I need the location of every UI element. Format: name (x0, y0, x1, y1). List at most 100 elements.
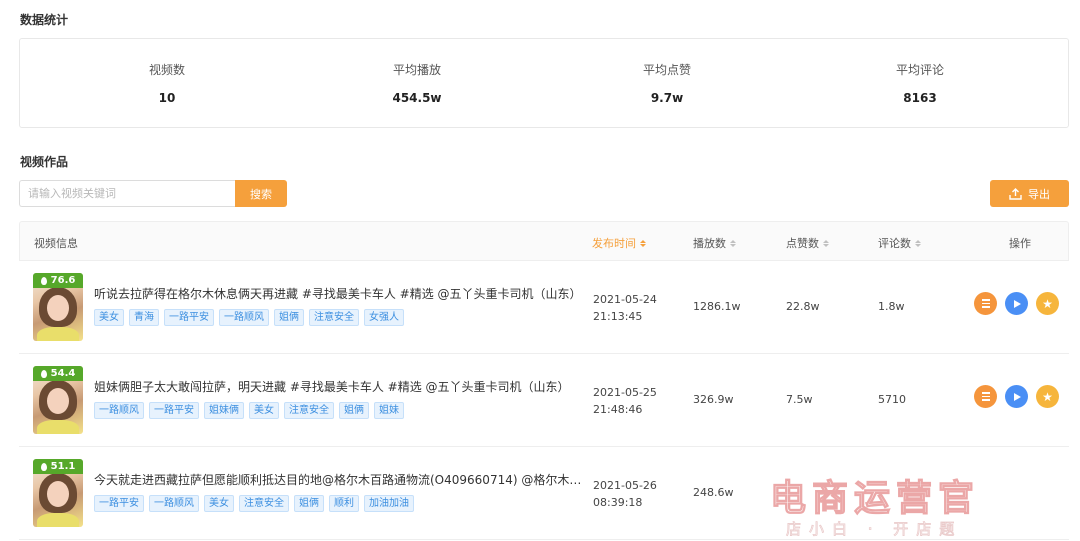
detail-button[interactable] (974, 385, 997, 408)
video-thumbnail[interactable]: 51.1 (33, 459, 83, 527)
sort-icon (915, 239, 921, 247)
tag: 姐俩 (294, 495, 324, 512)
tag: 姐俩 (339, 402, 369, 419)
header-plays[interactable]: 播放数 (693, 235, 736, 251)
publish-time: 21:13:45 (593, 310, 643, 323)
flame-icon (40, 276, 47, 285)
sort-icon (823, 239, 829, 247)
score-value: 54.4 (50, 368, 76, 379)
tag: 姐俩 (274, 309, 304, 326)
video-title[interactable]: 听说去拉萨得在格尔木休息俩天再进藏 #寻找最美卡车人 #精选 @五丫头重卡司机（… (94, 285, 584, 302)
like-count: 7.5w (786, 393, 813, 406)
publish-date: 2021-05-24 (593, 293, 657, 306)
export-button[interactable]: 导出 (990, 180, 1069, 207)
tag: 加油加油 (364, 495, 414, 512)
score-badge: 51.1 (33, 459, 83, 474)
list-icon (981, 299, 990, 308)
stat-label: 视频数 (148, 63, 185, 77)
header-label: 视频信息 (34, 237, 78, 250)
tag: 美女 (204, 495, 234, 512)
header-publish-time[interactable]: 发布时间 (592, 235, 646, 251)
score-badge: 76.6 (33, 273, 83, 288)
header-label: 点赞数 (786, 237, 819, 250)
star-icon: ★ (1042, 296, 1053, 311)
tag: 美女 (249, 402, 279, 419)
tag: 一路平安 (164, 309, 214, 326)
detail-button[interactable] (974, 292, 997, 315)
favorite-button[interactable]: ★ (1036, 292, 1059, 315)
play-count: 1286.1w (693, 300, 741, 313)
search-input[interactable] (19, 180, 235, 207)
list-icon (981, 392, 990, 401)
video-thumbnail[interactable]: 76.6 (33, 273, 83, 341)
score-value: 76.6 (50, 275, 76, 286)
tag: 注意安全 (309, 309, 359, 326)
header-label: 操作 (1009, 237, 1031, 250)
publish-time: 08:39:18 (593, 496, 643, 509)
publish-time: 21:48:46 (593, 403, 643, 416)
tag: 一路顺风 (219, 309, 269, 326)
header-video-info: 视频信息 (34, 235, 78, 251)
tag: 注意安全 (239, 495, 289, 512)
score-value: 51.1 (50, 461, 76, 472)
table-header: 视频信息 发布时间 播放数 点赞数 评论数 操作 (19, 221, 1069, 261)
publish-datetime: 2021-05-24 21:13:45 (593, 291, 657, 325)
video-thumbnail[interactable]: 54.4 (33, 366, 83, 434)
tag-list: 一路平安 一路顺风 美女 注意安全 姐俩 顺利 加油加油 (94, 495, 414, 512)
stat-label: 平均播放 (392, 63, 441, 77)
tag: 青海 (129, 309, 159, 326)
tag: 姐妹 (374, 402, 404, 419)
table-row: 51.1 今天就走进西藏拉萨但愿能顺利抵达目的地@格尔木百路通物流(O40966… (19, 447, 1069, 540)
header-actions: 操作 (1009, 235, 1031, 251)
tag: 姐妹俩 (204, 402, 244, 419)
tag: 一路平安 (94, 495, 144, 512)
tag-list: 一路顺风 一路平安 姐妹俩 美女 注意安全 姐俩 姐妹 (94, 402, 404, 419)
star-icon: ★ (1042, 389, 1053, 404)
stats-section-title: 数据统计 (20, 13, 69, 27)
favorite-button[interactable]: ★ (1036, 385, 1059, 408)
search-button[interactable]: 搜索 (235, 180, 287, 207)
video-title[interactable]: 今天就走进西藏拉萨但愿能顺利抵达目的地@格尔木百路通物流(O409660714)… (94, 471, 584, 488)
tag: 顺利 (329, 495, 359, 512)
play-icon (1014, 392, 1021, 401)
header-likes[interactable]: 点赞数 (786, 235, 829, 251)
video-title[interactable]: 姐妹俩胆子太大敢闯拉萨，明天进藏 #寻找最美卡车人 #精选 @五丫头重卡司机（山… (94, 378, 584, 395)
tag-list: 美女 青海 一路平安 一路顺风 姐俩 注意安全 女强人 (94, 309, 404, 326)
upload-icon (1009, 187, 1022, 200)
row-actions: ★ (974, 292, 1059, 315)
sort-icon (640, 239, 646, 247)
play-count: 326.9w (693, 393, 734, 406)
header-label: 发布时间 (592, 237, 636, 250)
stat-label: 平均点赞 (642, 63, 691, 77)
works-section-title: 视频作品 (20, 155, 69, 169)
tag: 一路平安 (149, 402, 199, 419)
header-comments[interactable]: 评论数 (878, 235, 921, 251)
stat-label: 平均评论 (895, 63, 944, 77)
comment-count: 1.8w (878, 300, 905, 313)
play-button[interactable] (1005, 292, 1028, 315)
stat-value: 454.5w (392, 91, 442, 105)
stat-value: 10 (158, 91, 176, 105)
play-icon (1014, 299, 1021, 308)
tag: 注意安全 (284, 402, 334, 419)
score-badge: 54.4 (33, 366, 83, 381)
stats-card: 视频数 10 平均播放 454.5w 平均点赞 9.7w 平均评论 8163 (19, 38, 1069, 128)
table-row: 76.6 听说去拉萨得在格尔木休息俩天再进藏 #寻找最美卡车人 #精选 @五丫头… (19, 261, 1069, 354)
tag: 一路顺风 (149, 495, 199, 512)
comment-count: 5710 (878, 393, 906, 406)
sort-icon (730, 239, 736, 247)
stat-value: 8163 (903, 91, 937, 105)
play-count: 248.6w (693, 486, 734, 499)
row-actions: ★ (974, 385, 1059, 408)
tag: 一路顺风 (94, 402, 144, 419)
flame-icon (40, 462, 47, 471)
play-button[interactable] (1005, 385, 1028, 408)
tag: 美女 (94, 309, 124, 326)
publish-datetime: 2021-05-25 21:48:46 (593, 384, 657, 418)
publish-datetime: 2021-05-26 08:39:18 (593, 477, 657, 511)
publish-date: 2021-05-25 (593, 386, 657, 399)
publish-date: 2021-05-26 (593, 479, 657, 492)
tag: 女强人 (364, 309, 404, 326)
export-label: 导出 (1028, 187, 1050, 201)
header-label: 播放数 (693, 237, 726, 250)
